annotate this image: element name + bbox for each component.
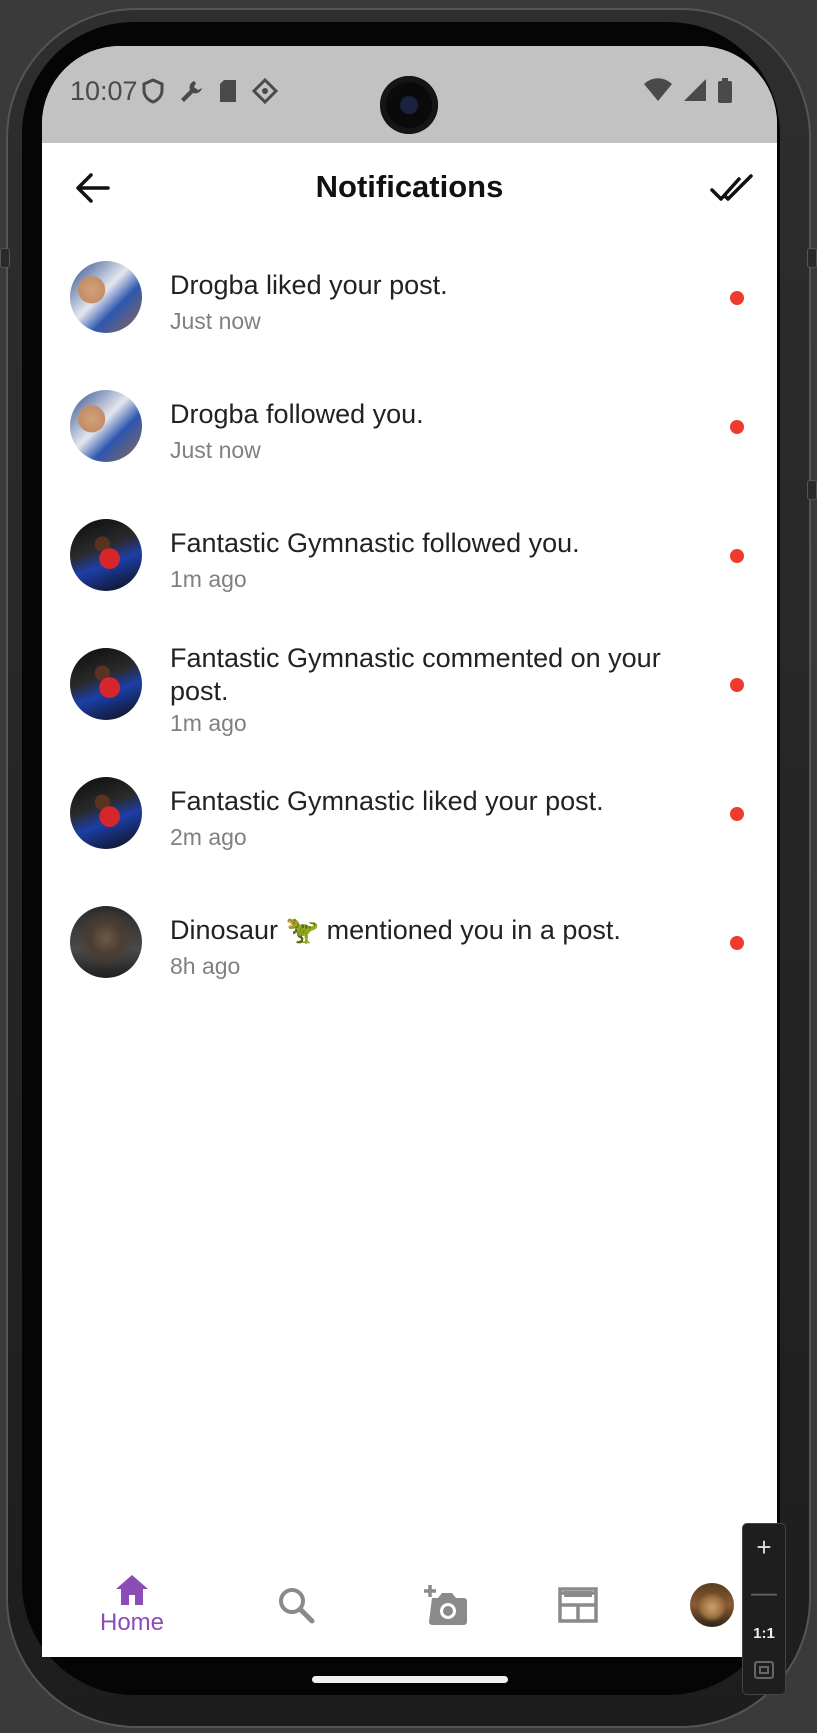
user-avatar[interactable] xyxy=(70,390,142,462)
app-bar: Notifications xyxy=(42,143,777,233)
unread-dot xyxy=(730,549,744,563)
notification-message: Drogba liked your post. xyxy=(170,270,448,300)
status-time: 10:07 xyxy=(70,76,138,106)
user-avatar[interactable] xyxy=(70,648,142,720)
notification-item[interactable]: Fantastic Gymnastic liked your post. 2m … xyxy=(42,749,777,878)
emulator-zoom-controls: + — 1:1 xyxy=(742,1523,786,1695)
status-bar: 10:07 xyxy=(42,46,777,143)
status-icons-right xyxy=(643,78,733,109)
notification-text: Drogba liked your post. Just now xyxy=(170,269,667,336)
notification-text: Fantastic Gymnastic commented on your po… xyxy=(170,642,667,738)
notification-text: Fantastic Gymnastic liked your post. 2m … xyxy=(170,785,667,852)
unread-dot xyxy=(730,807,744,821)
search-icon xyxy=(279,1588,315,1624)
nav-profile[interactable] xyxy=(682,1553,742,1657)
volume-button xyxy=(0,248,10,268)
front-camera xyxy=(380,76,438,134)
notification-message: Drogba followed you. xyxy=(170,399,424,429)
zoom-ratio-button[interactable]: 1:1 xyxy=(753,1625,775,1642)
unread-dot xyxy=(730,936,744,950)
sd-card-icon xyxy=(218,78,238,109)
bottom-navigation: Home xyxy=(42,1553,777,1657)
nav-feed[interactable] xyxy=(548,1553,608,1657)
phone-screen: 10:07 Notifications Drogba liked your po… xyxy=(42,46,777,1657)
zoom-in-button[interactable]: + xyxy=(756,1534,771,1560)
battery-icon xyxy=(717,78,733,109)
nav-search[interactable] xyxy=(266,1553,326,1657)
power-button xyxy=(807,248,817,268)
notification-item[interactable]: Dinosaur 🦖 mentioned you in a post. 8h a… xyxy=(42,878,777,1007)
nav-home[interactable]: Home xyxy=(92,1553,172,1657)
add-photo-icon xyxy=(424,1585,467,1625)
double-check-icon xyxy=(710,174,753,201)
notification-item[interactable]: Fantastic Gymnastic commented on your po… xyxy=(42,620,777,749)
wifi-icon xyxy=(643,78,673,109)
notification-text: Dinosaur 🦖 mentioned you in a post. 8h a… xyxy=(170,914,667,981)
signal-icon xyxy=(683,78,707,109)
notification-item[interactable]: Drogba liked your post. Just now xyxy=(42,233,777,362)
notification-item[interactable]: Drogba followed you. Just now xyxy=(42,362,777,491)
notification-message: Fantastic Gymnastic followed you. xyxy=(170,528,580,558)
notification-text: Fantastic Gymnastic followed you. 1m ago xyxy=(170,527,667,594)
unread-dot xyxy=(730,678,744,692)
notification-message: Fantastic Gymnastic commented on your po… xyxy=(170,643,661,706)
notification-time: Just now xyxy=(170,308,261,334)
shield-icon xyxy=(142,78,164,109)
diamond-icon xyxy=(251,77,279,109)
unread-dot xyxy=(730,420,744,434)
notification-time: 2m ago xyxy=(170,824,247,850)
notification-item[interactable]: Fantastic Gymnastic followed you. 1m ago xyxy=(42,491,777,620)
notification-message: Dinosaur 🦖 mentioned you in a post. xyxy=(170,915,621,945)
user-avatar[interactable] xyxy=(70,261,142,333)
side-button xyxy=(807,480,817,500)
home-indicator[interactable] xyxy=(312,1676,508,1683)
nav-add-photo[interactable] xyxy=(416,1553,476,1657)
notification-time: Just now xyxy=(170,437,261,463)
wrench-icon xyxy=(178,78,204,109)
fit-screen-icon[interactable] xyxy=(754,1661,774,1684)
notification-time: 8h ago xyxy=(170,953,241,979)
zoom-out-button[interactable]: — xyxy=(751,1579,777,1605)
home-icon xyxy=(116,1575,148,1605)
user-avatar[interactable] xyxy=(70,777,142,849)
page-title: Notifications xyxy=(315,169,504,204)
mark-all-read-button[interactable] xyxy=(709,165,759,211)
profile-avatar xyxy=(690,1583,734,1627)
notification-time: 1m ago xyxy=(170,566,247,592)
user-avatar[interactable] xyxy=(70,519,142,591)
user-avatar[interactable] xyxy=(70,906,142,978)
notification-text: Drogba followed you. Just now xyxy=(170,398,667,465)
notification-time: 1m ago xyxy=(170,710,247,736)
notifications-list: Drogba liked your post. Just now Drogba … xyxy=(42,233,777,1007)
unread-dot xyxy=(730,291,744,305)
nav-home-label: Home xyxy=(99,1609,165,1636)
notification-message: Fantastic Gymnastic liked your post. xyxy=(170,786,604,816)
status-icons-left xyxy=(142,77,279,109)
feed-icon xyxy=(558,1587,598,1623)
